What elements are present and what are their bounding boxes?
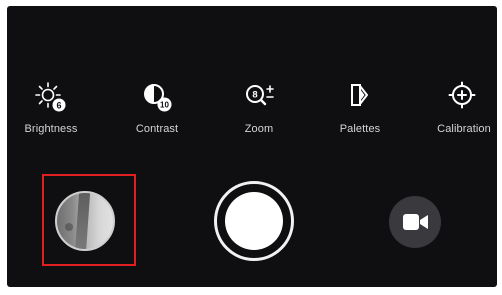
toolbar-item-brightness[interactable]: 6 Brightness <box>9 78 93 148</box>
toolbar-label-palettes: Palettes <box>339 123 381 135</box>
toolbar-item-contrast[interactable]: 10 Contrast <box>115 78 199 148</box>
toolbar-item-zoom[interactable]: 8 Zoom <box>217 78 301 148</box>
gallery-thumbnail-button[interactable] <box>55 191 115 251</box>
toolbar-label-brightness: Brightness <box>24 123 78 135</box>
zoom-icon: 8 <box>242 80 276 114</box>
calibration-icon <box>447 80 481 114</box>
palettes-icon <box>343 80 377 114</box>
contrast-icon: 10 <box>140 80 174 114</box>
zoom-badge: 8 <box>252 90 257 101</box>
thumbnail-image <box>74 193 91 249</box>
thumbnail-detail <box>65 223 73 231</box>
toolbar-label-contrast: Contrast <box>135 123 179 135</box>
brightness-badge: 6 <box>56 100 61 110</box>
toolbar-label-calibration: Calibration <box>437 123 491 135</box>
toolbar-label-zoom: Zoom <box>244 123 274 135</box>
toolbar-item-palettes[interactable]: Palettes <box>318 78 402 148</box>
contrast-badge: 10 <box>160 101 169 110</box>
video-camera-icon <box>403 214 428 230</box>
brightness-icon: 6 <box>34 80 68 114</box>
toolbar-item-calibration[interactable]: Calibration <box>422 78 502 148</box>
record-video-button[interactable] <box>389 196 441 248</box>
shutter-button[interactable] <box>214 181 294 261</box>
shutter-inner-circle <box>225 192 283 250</box>
